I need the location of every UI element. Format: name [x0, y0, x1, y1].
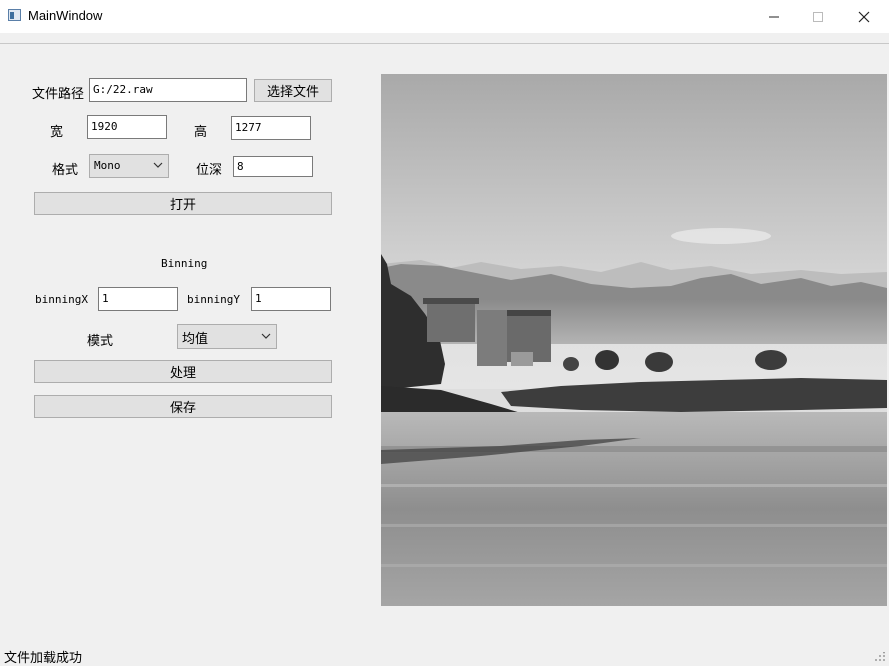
image-display — [381, 74, 887, 606]
bitdepth-input[interactable]: 8 — [233, 156, 313, 177]
maximize-icon — [813, 11, 823, 22]
maximize-button[interactable] — [795, 0, 841, 33]
size-grip-icon[interactable] — [874, 652, 886, 662]
close-button[interactable] — [841, 0, 887, 33]
chevron-down-icon — [261, 333, 271, 339]
mode-select-value: 均值 — [182, 332, 209, 347]
open-button[interactable]: 打开 — [34, 192, 332, 215]
file-path-input[interactable]: G:/22.raw — [89, 78, 247, 102]
choose-file-button[interactable]: 选择文件 — [254, 79, 332, 102]
height-input[interactable]: 1277 — [231, 116, 311, 140]
width-label: 宽 — [50, 125, 64, 140]
process-button[interactable]: 处理 — [34, 360, 332, 383]
format-select[interactable]: Mono — [89, 154, 169, 178]
height-label: 高 — [194, 125, 208, 140]
binning-x-input[interactable]: 1 — [98, 287, 178, 311]
minimize-icon — [769, 16, 779, 17]
chevron-down-icon — [153, 162, 163, 168]
app-icon — [8, 9, 21, 21]
title-bar[interactable]: MainWindow — [0, 0, 889, 33]
landscape-image — [381, 74, 887, 606]
save-button[interactable]: 保存 — [34, 395, 332, 418]
width-input[interactable]: 1920 — [87, 115, 167, 139]
window-title: MainWindow — [28, 8, 103, 23]
bitdepth-label: 位深 — [196, 163, 223, 178]
binning-heading: Binning — [161, 257, 208, 270]
format-label: 格式 — [52, 163, 79, 178]
file-path-label: 文件路径 — [32, 87, 85, 102]
status-message: 文件加载成功 — [4, 651, 83, 666]
format-select-value: Mono — [94, 159, 121, 172]
minimize-button[interactable] — [751, 0, 797, 33]
mode-select[interactable]: 均值 — [177, 324, 277, 349]
mode-label: 模式 — [87, 334, 114, 349]
close-icon — [858, 11, 870, 22]
binning-x-label: binningX — [35, 293, 88, 306]
binning-y-label: binningY — [187, 293, 240, 306]
menu-bar — [0, 33, 889, 44]
binning-y-input[interactable]: 1 — [251, 287, 331, 311]
